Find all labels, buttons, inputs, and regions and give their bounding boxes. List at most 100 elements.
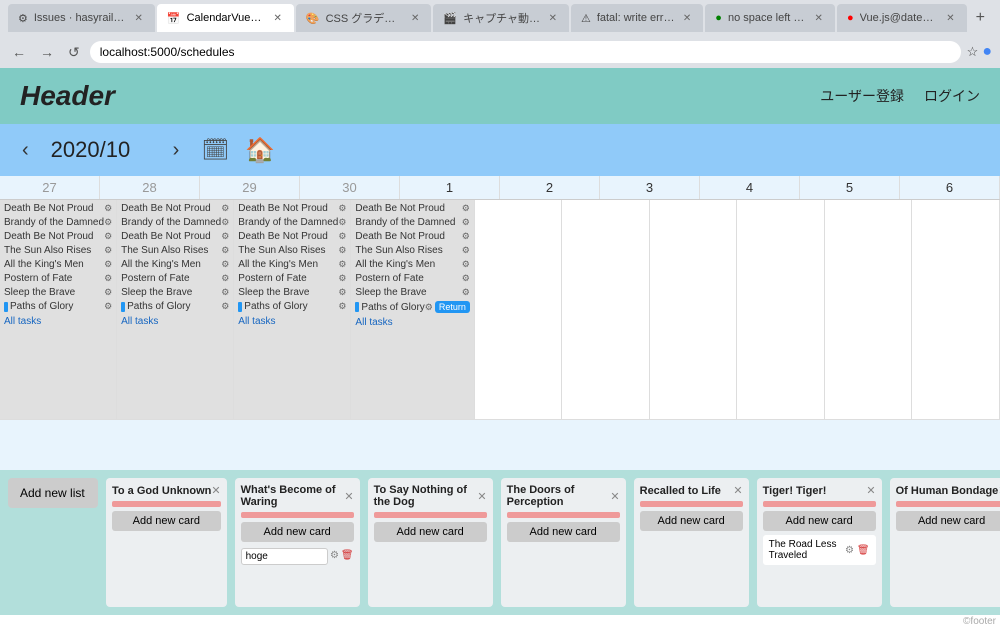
next-month-button[interactable]: ›: [167, 137, 186, 164]
forward-button[interactable]: →: [36, 42, 58, 62]
gear-icon[interactable]: ⚙: [221, 245, 229, 256]
gear-icon[interactable]: ⚙: [221, 231, 229, 242]
all-tasks-29[interactable]: All tasks: [236, 314, 348, 329]
address-input[interactable]: localhost:5000/schedules: [90, 41, 961, 63]
kanban-list-7-add-card[interactable]: Add new card: [896, 511, 1000, 531]
tab-4[interactable]: 🎬 キャプチャ動画 - ee17d... ✕: [433, 4, 569, 32]
gear-icon[interactable]: ⚙: [104, 273, 112, 284]
event-27-8[interactable]: Paths of Glory⚙: [2, 300, 114, 313]
event-28-2[interactable]: Brandy of the Damned⚙: [119, 216, 231, 229]
tab-6[interactable]: ● no space left on devic... ✕: [705, 4, 835, 32]
gear-icon[interactable]: ⚙: [462, 273, 470, 284]
gear-icon[interactable]: ⚙: [338, 287, 346, 298]
back-button[interactable]: ←: [8, 42, 30, 62]
tab-1-close[interactable]: ✕: [132, 13, 144, 24]
tab-7-close[interactable]: ✕: [944, 13, 956, 24]
event-29-4[interactable]: The Sun Also Rises⚙: [236, 244, 348, 257]
prev-month-button[interactable]: ‹: [16, 137, 35, 164]
event-27-1[interactable]: Death Be Not Proud⚙: [2, 202, 114, 215]
kanban-card-6-1[interactable]: The Road Less Traveled ⚙ 🗑: [763, 535, 876, 565]
tab-4-close[interactable]: ✕: [547, 13, 559, 24]
gear-icon[interactable]: ⚙: [338, 301, 346, 312]
kanban-list-2-add-card[interactable]: Add new card: [241, 522, 354, 542]
event-28-6[interactable]: Postern of Fate⚙: [119, 272, 231, 285]
gear-icon[interactable]: ⚙: [338, 273, 346, 284]
kanban-list-5-close[interactable]: ✕: [733, 484, 742, 497]
kanban-list-1-add-card[interactable]: Add new card: [112, 511, 221, 531]
gear-icon[interactable]: ⚙: [104, 245, 112, 256]
bookmark-icon[interactable]: ☆: [967, 44, 979, 60]
event-28-3[interactable]: Death Be Not Proud⚙: [119, 230, 231, 243]
gear-icon[interactable]: ⚙: [462, 245, 470, 256]
kanban-list-6-close[interactable]: ✕: [866, 484, 875, 497]
gear-icon[interactable]: ⚙: [221, 259, 229, 270]
gear-icon[interactable]: ⚙: [425, 302, 433, 313]
kanban-list-6-add-card[interactable]: Add new card: [763, 511, 876, 531]
tab-3-close[interactable]: ✕: [409, 13, 421, 24]
gear-icon[interactable]: ⚙: [462, 217, 470, 228]
event-27-2[interactable]: Brandy of the Damned⚙: [2, 216, 114, 229]
event-28-7[interactable]: Sleep the Brave⚙: [119, 286, 231, 299]
gear-icon[interactable]: ⚙: [221, 217, 229, 228]
gear-icon[interactable]: ⚙: [104, 203, 112, 214]
gear-icon[interactable]: ⚙: [104, 259, 112, 270]
gear-icon[interactable]: ⚙: [104, 301, 112, 312]
event-28-1[interactable]: Death Be Not Proud⚙: [119, 202, 231, 215]
login-link[interactable]: ログイン: [924, 86, 980, 106]
event-27-3[interactable]: Death Be Not Proud⚙: [2, 230, 114, 243]
event-30-4[interactable]: The Sun Also Rises⚙: [353, 244, 471, 257]
new-tab-button[interactable]: +: [969, 4, 992, 32]
kanban-list-4-close[interactable]: ✕: [610, 490, 619, 503]
gear-icon[interactable]: ⚙: [462, 259, 470, 270]
event-29-6[interactable]: Postern of Fate⚙: [236, 272, 348, 285]
event-29-7[interactable]: Sleep the Brave⚙: [236, 286, 348, 299]
tab-5[interactable]: ⚠ fatal: write error: No s... ✕: [571, 4, 703, 32]
gear-icon[interactable]: ⚙: [221, 203, 229, 214]
add-list-button[interactable]: Add new list: [8, 478, 98, 508]
tab-1[interactable]: ⚙ Issues · hasyrails/cale... ✕: [8, 4, 155, 32]
event-30-8[interactable]: Paths of Glory ⚙ Return: [353, 300, 471, 314]
reload-button[interactable]: ↺: [64, 42, 84, 63]
event-29-5[interactable]: All the King's Men⚙: [236, 258, 348, 271]
tab-6-close[interactable]: ✕: [813, 13, 825, 24]
event-27-7[interactable]: Sleep the Brave⚙: [2, 286, 114, 299]
event-27-5[interactable]: All the King's Men⚙: [2, 258, 114, 271]
gear-icon[interactable]: ⚙: [462, 203, 470, 214]
gear-icon[interactable]: ⚙: [104, 217, 112, 228]
calendar-icon[interactable]: 🗓: [201, 137, 229, 163]
event-27-6[interactable]: Postern of Fate⚙: [2, 272, 114, 285]
kanban-trash-icon[interactable]: 🗑: [341, 550, 354, 561]
kanban-card-trash-icon[interactable]: 🗑: [857, 545, 870, 556]
event-30-3[interactable]: Death Be Not Proud⚙: [353, 230, 471, 243]
kanban-list-2-close[interactable]: ✕: [344, 490, 353, 503]
event-29-1[interactable]: Death Be Not Proud⚙: [236, 202, 348, 215]
kanban-list-3-close[interactable]: ✕: [477, 490, 486, 503]
event-30-1[interactable]: Death Be Not Proud⚙: [353, 202, 471, 215]
register-link[interactable]: ユーザー登録: [820, 86, 904, 106]
gear-icon[interactable]: ⚙: [338, 259, 346, 270]
gear-icon[interactable]: ⚙: [104, 231, 112, 242]
kanban-list-5-add-card[interactable]: Add new card: [640, 511, 743, 531]
kanban-gear-icon[interactable]: ⚙: [330, 550, 339, 561]
event-28-8[interactable]: Paths of Glory⚙: [119, 300, 231, 313]
event-27-4[interactable]: The Sun Also Rises⚙: [2, 244, 114, 257]
gear-icon[interactable]: ⚙: [221, 287, 229, 298]
tab-5-close[interactable]: ✕: [681, 13, 693, 24]
event-29-2[interactable]: Brandy of the Damned⚙: [236, 216, 348, 229]
event-30-6[interactable]: Postern of Fate⚙: [353, 272, 471, 285]
gear-icon[interactable]: ⚙: [104, 287, 112, 298]
gear-icon[interactable]: ⚙: [338, 245, 346, 256]
gear-icon[interactable]: ⚙: [338, 231, 346, 242]
all-tasks-28[interactable]: All tasks: [119, 314, 231, 329]
event-28-4[interactable]: The Sun Also Rises⚙: [119, 244, 231, 257]
gear-icon[interactable]: ⚙: [338, 217, 346, 228]
all-tasks-30[interactable]: All tasks: [353, 315, 471, 330]
kanban-card-gear-icon[interactable]: ⚙: [845, 545, 854, 556]
event-30-7[interactable]: Sleep the Brave⚙: [353, 286, 471, 299]
gear-icon[interactable]: ⚙: [221, 273, 229, 284]
home-icon[interactable]: 🏠: [245, 136, 275, 165]
event-28-5[interactable]: All the King's Men⚙: [119, 258, 231, 271]
event-30-5[interactable]: All the King's Men⚙: [353, 258, 471, 271]
tab-7[interactable]: ● Vue.js@datepicker:i... ✕: [837, 4, 967, 32]
event-29-8[interactable]: Paths of Glory⚙: [236, 300, 348, 313]
